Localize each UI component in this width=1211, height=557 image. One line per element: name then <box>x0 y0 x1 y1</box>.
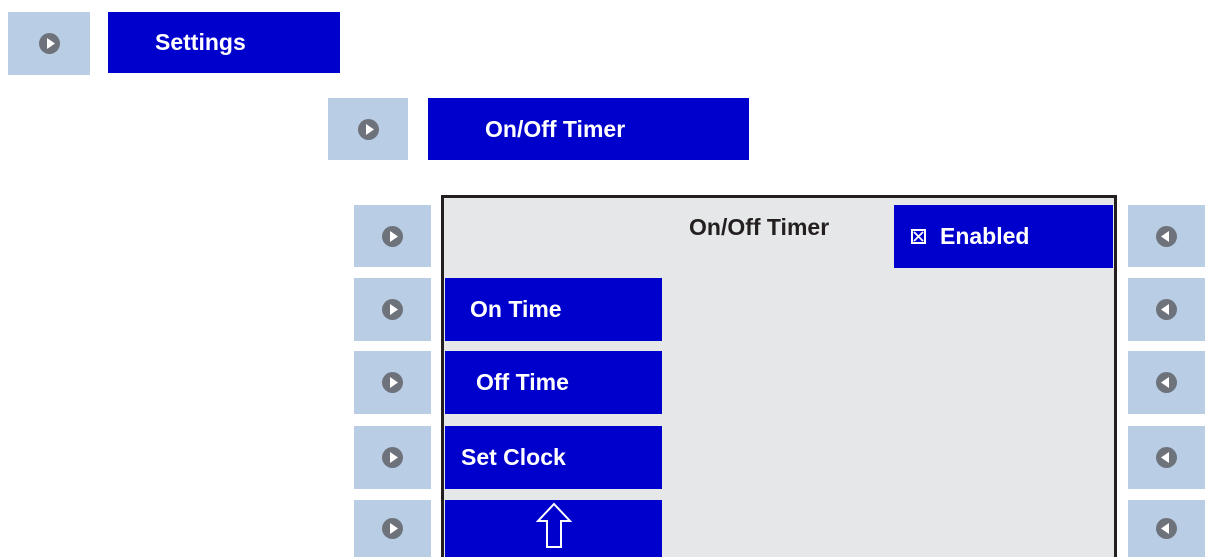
play-left-icon <box>1156 518 1177 539</box>
play-right-icon <box>382 299 403 320</box>
on-time-button[interactable]: On Time <box>445 278 662 341</box>
breadcrumb-key-2[interactable] <box>328 98 408 160</box>
set-clock-button[interactable]: Set Clock <box>445 426 662 489</box>
right-softkey-2[interactable] <box>1128 278 1205 341</box>
checkbox-checked-icon <box>911 229 926 244</box>
home-button[interactable] <box>445 500 662 557</box>
breadcrumb-key-1[interactable] <box>8 12 90 75</box>
play-left-icon <box>1156 447 1177 468</box>
enabled-toggle[interactable]: Enabled <box>894 205 1113 268</box>
play-left-icon <box>1156 299 1177 320</box>
off-time-label: Off Time <box>476 369 569 395</box>
right-softkey-1[interactable] <box>1128 205 1205 267</box>
play-left-icon <box>1156 225 1177 247</box>
right-softkey-3[interactable] <box>1128 351 1205 414</box>
left-softkey-2[interactable] <box>354 278 431 341</box>
settings-label: Settings <box>155 29 246 55</box>
enabled-label: Enabled <box>940 223 1030 249</box>
up-arrow-icon <box>535 501 573 557</box>
play-right-icon <box>38 33 60 54</box>
play-right-icon <box>357 118 379 140</box>
off-time-button[interactable]: Off Time <box>445 351 662 414</box>
left-softkey-1[interactable] <box>354 205 431 267</box>
play-right-icon <box>382 225 403 247</box>
right-softkey-4[interactable] <box>1128 426 1205 489</box>
settings-button[interactable]: Settings <box>108 12 340 73</box>
left-softkey-4[interactable] <box>354 426 431 489</box>
play-left-icon <box>1156 372 1177 393</box>
screen-title: On/Off Timer <box>689 214 830 240</box>
on-off-timer-button[interactable]: On/Off Timer <box>428 98 749 160</box>
play-right-icon <box>382 518 403 539</box>
play-right-icon <box>382 372 403 393</box>
left-softkey-5[interactable] <box>354 500 431 557</box>
right-softkey-5[interactable] <box>1128 500 1205 557</box>
set-clock-label: Set Clock <box>461 444 566 470</box>
play-right-icon <box>382 447 403 468</box>
on-off-timer-label: On/Off Timer <box>485 115 626 142</box>
left-softkey-3[interactable] <box>354 351 431 414</box>
on-time-label: On Time <box>470 296 562 322</box>
